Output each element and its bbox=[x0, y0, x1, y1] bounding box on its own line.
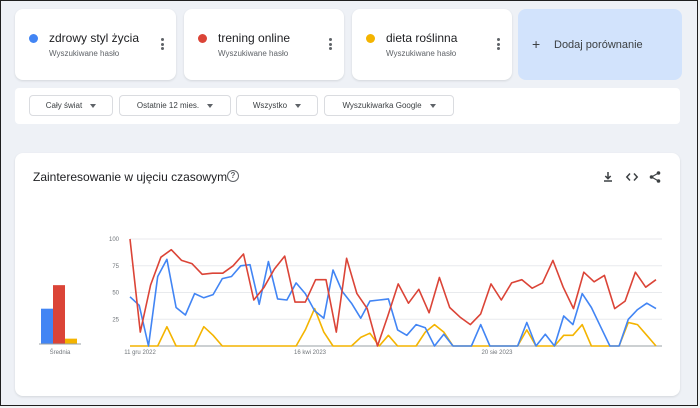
region-filter-label: Cały świat bbox=[45, 101, 83, 110]
chevron-down-icon bbox=[429, 103, 436, 108]
average-bar bbox=[53, 285, 65, 344]
averages-bar-group bbox=[39, 285, 81, 345]
y-tick-label: 75 bbox=[112, 264, 119, 270]
add-comparison-label: Dodaj porównanie bbox=[554, 39, 643, 51]
series-line bbox=[129, 258, 657, 347]
x-tick-label: 11 gru 2022 bbox=[124, 350, 156, 356]
chevron-down-icon bbox=[207, 103, 214, 108]
y-tick-label: 25 bbox=[112, 317, 119, 323]
add-comparison-button[interactable]: + Dodaj porównanie bbox=[518, 9, 682, 80]
trend-chart: Średnia 100 75 50 25 11 gru 2022 16 kwi 2023… bbox=[39, 237, 662, 356]
term-type-label: Wyszukiwane hasło bbox=[218, 49, 289, 58]
averages-label: Średnia bbox=[50, 348, 71, 356]
term-card-2[interactable]: trening online Wyszukiwane hasło bbox=[184, 9, 344, 80]
term-color-dot bbox=[29, 34, 38, 43]
more-options-icon[interactable] bbox=[496, 38, 500, 50]
category-dropdown[interactable]: Wszystko bbox=[236, 95, 318, 116]
more-options-icon[interactable] bbox=[160, 38, 164, 50]
filter-bar: Cały świat Ostatnie 12 mies. Wszystko Wy… bbox=[15, 88, 680, 124]
x-tick-label: 20 sie 2023 bbox=[481, 350, 513, 356]
interest-over-time-card: Zainteresowanie w ujęciu czasowym ? Śred… bbox=[15, 153, 680, 396]
time-range-label: Ostatnie 12 mies. bbox=[136, 101, 200, 110]
term-card-1[interactable]: zdrowy styl życia Wyszukiwane hasło bbox=[15, 9, 176, 80]
time-range-dropdown[interactable]: Ostatnie 12 mies. bbox=[119, 95, 231, 116]
chevron-down-icon bbox=[90, 103, 97, 108]
y-tick-label: 100 bbox=[109, 237, 120, 243]
term-card-3[interactable]: dieta roślinna Wyszukiwane hasło bbox=[352, 9, 512, 80]
term-type-label: Wyszukiwane hasło bbox=[49, 49, 120, 58]
term-color-dot bbox=[366, 34, 375, 43]
x-tick-label: 16 kwi 2023 bbox=[294, 350, 327, 356]
search-type-label: Wyszukiwarka Google bbox=[342, 101, 422, 110]
region-filter-dropdown[interactable]: Cały świat bbox=[29, 95, 113, 116]
chevron-down-icon bbox=[295, 103, 302, 108]
plus-icon: + bbox=[532, 36, 541, 52]
more-options-icon[interactable] bbox=[328, 38, 332, 50]
term-type-label: Wyszukiwane hasło bbox=[386, 49, 457, 58]
search-type-dropdown[interactable]: Wyszukiwarka Google bbox=[324, 95, 454, 116]
average-bar bbox=[65, 338, 77, 344]
term-color-dot bbox=[198, 34, 207, 43]
x-axis-labels: 11 gru 2022 16 kwi 2023 20 sie 2023 bbox=[124, 350, 513, 356]
average-bar bbox=[41, 308, 53, 344]
term-name: zdrowy styl życia bbox=[49, 31, 140, 45]
term-name: dieta roślinna bbox=[386, 31, 458, 45]
y-tick-label: 50 bbox=[112, 291, 119, 297]
category-label: Wszystko bbox=[252, 101, 288, 110]
term-name: trening online bbox=[218, 31, 291, 45]
